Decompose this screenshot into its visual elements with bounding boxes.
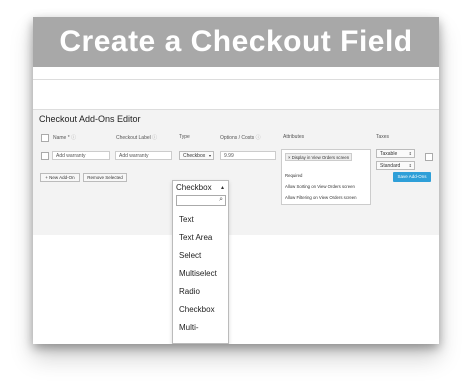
remove-selected-button[interactable]: Remove Selected [83, 173, 127, 182]
header-taxes: Taxes [376, 134, 390, 140]
tax-status-select[interactable]: Taxable ⇕ [376, 149, 415, 158]
attribute-tag[interactable]: × Display in View Orders screen [285, 153, 353, 161]
select-all-checkbox[interactable] [41, 134, 49, 142]
type-option-radio[interactable]: Radio [179, 287, 200, 296]
type-option-select[interactable]: Select [179, 251, 201, 260]
header-name: Name * ⓘ [53, 135, 77, 141]
type-option-text[interactable]: Text [179, 215, 194, 224]
chevron-updown-icon: ⇕ [408, 163, 412, 168]
type-option-checkbox[interactable]: Checkbox [179, 305, 215, 314]
help-icon: ⓘ [71, 135, 77, 141]
checkout-label-input[interactable]: Add warranty [115, 151, 172, 160]
chevron-down-icon: ▾ [208, 153, 211, 158]
chevron-updown-icon: ⇕ [408, 151, 412, 156]
header-checkout-label: Checkout Label ⓘ [116, 135, 158, 141]
divider [33, 79, 439, 80]
header-options-costs: Options / Costs ⓘ [220, 135, 261, 141]
row-checkbox[interactable] [41, 152, 49, 160]
type-option-text-area[interactable]: Text Area [179, 233, 212, 242]
attributes-multiselect[interactable]: × Display in View Orders screen Required… [281, 149, 371, 205]
type-dropdown-selected[interactable]: Checkbox [176, 183, 212, 192]
name-input[interactable]: Add warranty [52, 151, 110, 160]
type-option-multi[interactable]: Multi- [179, 323, 199, 332]
add-ons-editor: Checkout Add-Ons Editor Name * ⓘ Checkou… [33, 109, 439, 235]
new-add-on-button[interactable]: + New Add-On [40, 173, 80, 182]
banner-title: Create a Checkout Field [33, 17, 439, 67]
editor-title: Checkout Add-Ons Editor [39, 114, 141, 124]
attribute-option-filtering[interactable]: Allow Filtering on View Orders screen [285, 195, 357, 200]
cost-input[interactable]: 9.99 [220, 151, 276, 160]
header-attributes: Attributes [283, 134, 305, 140]
attribute-option-sorting[interactable]: Allow Sorting on View Orders screen [285, 184, 355, 189]
type-select[interactable]: Checkbox ▾ [179, 151, 214, 160]
screenshot-card: Create a Checkout Field Checkout Add-Ons… [33, 17, 439, 344]
type-dropdown[interactable]: Checkbox ▴ ⌕ Text Text Area Select Multi… [172, 180, 229, 344]
row-end-checkbox[interactable] [425, 153, 433, 161]
chevron-up-icon: ▴ [220, 185, 224, 191]
save-add-ons-button[interactable]: Save Add-Ons [393, 172, 431, 182]
type-search-input[interactable]: ⌕ [176, 195, 226, 206]
search-icon: ⌕ [219, 196, 223, 203]
help-icon: ⓘ [255, 135, 261, 141]
type-option-multiselect[interactable]: Multiselect [179, 269, 217, 278]
attribute-option-required[interactable]: Required [285, 173, 302, 178]
tax-class-select[interactable]: Standard ⇕ [376, 161, 415, 170]
header-type: Type [179, 134, 190, 140]
help-icon: ⓘ [152, 135, 158, 141]
